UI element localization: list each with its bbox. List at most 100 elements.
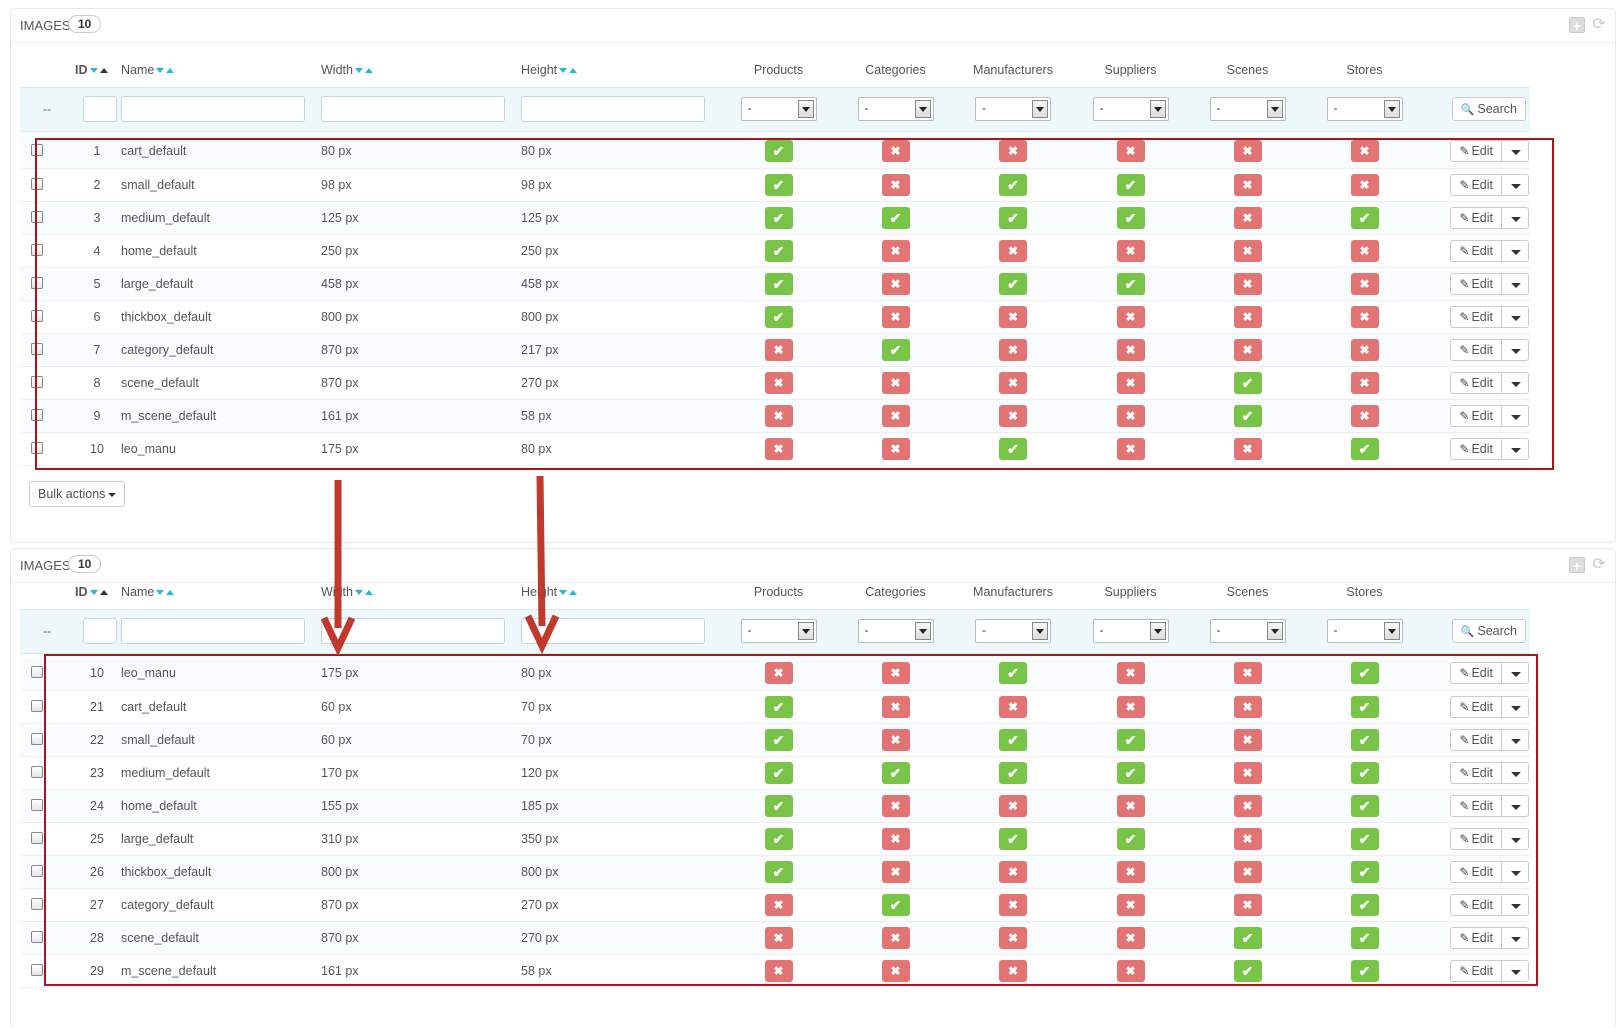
edit-button[interactable]: ✎ Edit (1451, 894, 1502, 915)
row-actions-dropdown[interactable] (1502, 763, 1528, 783)
cross-icon[interactable]: ✖ (764, 893, 793, 916)
edit-button[interactable]: ✎ Edit (1451, 438, 1502, 459)
row-actions-dropdown[interactable] (1502, 928, 1528, 948)
cross-icon[interactable]: ✖ (1350, 272, 1379, 295)
check-icon[interactable]: ✔ (881, 206, 910, 229)
cross-icon[interactable]: ✖ (1116, 239, 1145, 262)
row-checkbox[interactable] (31, 798, 43, 811)
cross-icon[interactable]: ✖ (1116, 404, 1145, 427)
cross-icon[interactable]: ✖ (881, 827, 910, 850)
check-icon[interactable]: ✔ (764, 173, 793, 196)
check-icon[interactable]: ✔ (999, 437, 1027, 460)
check-icon[interactable]: ✔ (764, 794, 793, 817)
cross-icon[interactable]: ✖ (881, 860, 910, 883)
edit-button[interactable]: ✎ Edit (1451, 141, 1502, 162)
check-icon[interactable]: ✔ (1350, 695, 1379, 718)
row-actions-dropdown[interactable] (1502, 141, 1528, 161)
row-checkbox[interactable] (31, 309, 43, 322)
row-actions-dropdown[interactable] (1502, 274, 1528, 294)
cross-icon[interactable]: ✖ (1116, 437, 1145, 460)
cross-icon[interactable]: ✖ (881, 728, 910, 751)
row-actions-dropdown[interactable] (1502, 862, 1528, 882)
filter-stores-select[interactable]: - (1326, 97, 1403, 121)
check-icon[interactable]: ✔ (1350, 662, 1379, 685)
edit-button[interactable]: ✎ Edit (1451, 240, 1502, 261)
sort-desc-icon[interactable] (156, 67, 165, 73)
cross-icon[interactable]: ✖ (881, 305, 910, 328)
cross-icon[interactable]: ✖ (999, 371, 1027, 394)
cross-icon[interactable]: ✖ (881, 662, 910, 685)
sort-desc-icon[interactable] (89, 589, 98, 595)
cross-icon[interactable]: ✖ (1350, 404, 1379, 427)
add-new-icon[interactable]: + (1569, 557, 1585, 574)
sort-asc-icon[interactable] (569, 589, 578, 595)
add-new-icon[interactable]: + (1569, 17, 1585, 34)
row-checkbox[interactable] (31, 276, 43, 289)
sort-asc-icon[interactable] (99, 67, 108, 73)
cross-icon[interactable]: ✖ (1116, 305, 1145, 328)
filter-width-input[interactable] (321, 96, 505, 122)
cross-icon[interactable]: ✖ (881, 140, 910, 163)
cross-icon[interactable]: ✖ (999, 404, 1027, 427)
row-actions-dropdown[interactable] (1502, 208, 1528, 228)
check-icon[interactable]: ✔ (764, 860, 793, 883)
cross-icon[interactable]: ✖ (1116, 695, 1145, 718)
row-checkbox[interactable] (31, 210, 43, 223)
cross-icon[interactable]: ✖ (1233, 662, 1262, 685)
check-icon[interactable]: ✔ (1116, 827, 1145, 850)
edit-button[interactable]: ✎ Edit (1451, 339, 1502, 360)
cross-icon[interactable]: ✖ (1233, 305, 1262, 328)
check-icon[interactable]: ✔ (764, 206, 793, 229)
check-icon[interactable]: ✔ (881, 893, 910, 916)
sort-asc-icon[interactable] (364, 67, 373, 73)
cross-icon[interactable]: ✖ (764, 338, 793, 361)
cross-icon[interactable]: ✖ (999, 338, 1027, 361)
row-checkbox[interactable] (31, 177, 43, 190)
cross-icon[interactable]: ✖ (1233, 272, 1262, 295)
row-checkbox[interactable] (31, 930, 43, 943)
cross-icon[interactable]: ✖ (1350, 239, 1379, 262)
cross-icon[interactable]: ✖ (1116, 794, 1145, 817)
filter-manufacturers-select[interactable]: - (975, 619, 1051, 643)
check-icon[interactable]: ✔ (1350, 761, 1379, 784)
check-icon[interactable]: ✔ (1116, 272, 1145, 295)
check-icon[interactable]: ✔ (1350, 827, 1379, 850)
sort-asc-icon[interactable] (364, 589, 373, 595)
filter-scenes-select[interactable]: - (1209, 619, 1286, 643)
filter-suppliers-select[interactable]: - (1092, 619, 1169, 643)
filter-id-input[interactable] (83, 618, 117, 644)
row-checkbox[interactable] (31, 243, 43, 256)
check-icon[interactable]: ✔ (764, 827, 793, 850)
cross-icon[interactable]: ✖ (881, 959, 910, 982)
edit-button[interactable]: ✎ Edit (1451, 306, 1502, 327)
cross-icon[interactable]: ✖ (764, 371, 793, 394)
row-actions-dropdown[interactable] (1502, 307, 1528, 327)
cross-icon[interactable]: ✖ (881, 239, 910, 262)
cross-icon[interactable]: ✖ (1350, 173, 1379, 196)
edit-button[interactable]: ✎ Edit (1451, 960, 1502, 981)
filter-id-input[interactable] (83, 96, 117, 122)
row-actions-dropdown[interactable] (1502, 406, 1528, 426)
row-actions-dropdown[interactable] (1502, 961, 1528, 981)
check-icon[interactable]: ✔ (1116, 761, 1145, 784)
cross-icon[interactable]: ✖ (1233, 794, 1262, 817)
row-checkbox[interactable] (31, 864, 43, 877)
cross-icon[interactable]: ✖ (1233, 338, 1262, 361)
check-icon[interactable]: ✔ (999, 272, 1027, 295)
check-icon[interactable]: ✔ (1350, 926, 1379, 949)
check-icon[interactable]: ✔ (1350, 728, 1379, 751)
row-checkbox[interactable] (31, 408, 43, 421)
cross-icon[interactable]: ✖ (1350, 338, 1379, 361)
refresh-icon[interactable]: ⟳ (1591, 557, 1607, 573)
filter-scenes-select[interactable]: - (1209, 97, 1286, 121)
cross-icon[interactable]: ✖ (764, 404, 793, 427)
check-icon[interactable]: ✔ (1350, 860, 1379, 883)
row-checkbox[interactable] (31, 144, 43, 157)
filter-products-select[interactable]: - (740, 619, 817, 643)
sort-asc-icon[interactable] (99, 589, 108, 595)
check-icon[interactable]: ✔ (881, 761, 910, 784)
check-icon[interactable]: ✔ (999, 761, 1027, 784)
cross-icon[interactable]: ✖ (1233, 140, 1262, 163)
cross-icon[interactable]: ✖ (999, 959, 1027, 982)
check-icon[interactable]: ✔ (999, 206, 1027, 229)
